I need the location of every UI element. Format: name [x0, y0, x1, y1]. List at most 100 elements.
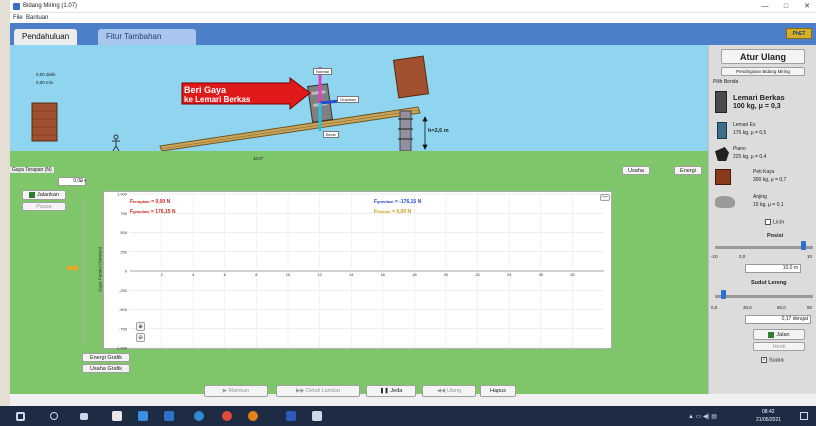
tab-introduction[interactable]: Pendahuluan: [14, 29, 78, 45]
firefox-browser-icon[interactable]: [248, 411, 258, 421]
angle-slider-track[interactable]: [715, 295, 813, 298]
tab-advanced[interactable]: Fitur Tambahan: [98, 29, 196, 45]
ramp-support-icon: [398, 110, 413, 151]
y-tick-label: -1.000: [116, 346, 128, 351]
object-refrigerator[interactable]: Lemari Es 175 kg, μ = 0,5: [713, 121, 813, 141]
angle-slider-thumb[interactable]: [721, 290, 726, 299]
chart-svg: 1.0007505002500-250-500-750-1.0002 4 6 8 10 1…: [116, 192, 604, 351]
position-tick: 0,0: [739, 254, 746, 259]
applied-force-label: Gaya Terapan (N): [10, 167, 54, 173]
system-tray-icons[interactable]: ▲ ▭ ◀) ▤: [688, 413, 717, 420]
object-name: Piano: [733, 146, 746, 152]
reset-ramp-button[interactable]: Pendinginan Bidang Miring: [721, 67, 805, 76]
store-icon[interactable]: [112, 411, 122, 421]
run-button[interactable]: Jalan: [753, 329, 805, 340]
run-icon: [768, 331, 775, 338]
object-filing-cabinet[interactable]: Lemari Berkas 100 kg, μ = 0,3: [713, 89, 813, 117]
x-tick-label: 18: [412, 272, 417, 277]
clear-button[interactable]: Hapus: [480, 385, 516, 397]
height-label: h=2,6 m: [428, 128, 449, 134]
x-tick-label: 16: [381, 272, 386, 277]
legend-friction: Ffriction = 0,00 N: [374, 209, 412, 215]
y-tick-label: -750: [119, 326, 128, 331]
object-detail: 15 kg, μ = 0,1: [753, 202, 784, 208]
x-tick-label: 4: [192, 272, 195, 277]
y-tick-label: 1.000: [117, 192, 128, 197]
object-dog[interactable]: Anjing 15 kg, μ = 0,1: [713, 192, 813, 212]
x-tick-label: 10: [286, 272, 291, 277]
ice-checkbox[interactable]: Licin: [765, 219, 784, 225]
energy-graph-button[interactable]: Energi Grafik: [82, 353, 130, 362]
angle-tick: 60,0: [777, 305, 786, 310]
object-name: Anjing: [753, 194, 767, 200]
y-tick-label: 250: [120, 249, 127, 254]
position-slider-track[interactable]: [715, 246, 813, 249]
mail-icon[interactable]: [164, 411, 174, 421]
search-icon[interactable]: [50, 412, 58, 420]
clock-time: 08:42: [762, 409, 775, 415]
minimize-icon[interactable]: —: [757, 1, 773, 12]
position-input[interactable]: 10,0 m: [745, 264, 801, 273]
force-slider-track[interactable]: [82, 198, 84, 348]
chart-minimize-button[interactable]: —: [600, 194, 610, 201]
position-tick: 10: [807, 254, 813, 259]
angle-readout: 10,0°: [253, 156, 264, 161]
menu-help[interactable]: Bantuan: [26, 15, 48, 21]
checkbox-box: [765, 219, 771, 225]
slow-motion-button[interactable]: ▶▶ Detail Lambat: [276, 385, 360, 397]
apply-force-button[interactable]: Jalankan: [22, 190, 66, 200]
app-window: Bidang Miring (1.07) — □ ✕ File Bantuan …: [10, 0, 816, 406]
object-piano[interactable]: Piano 225 kg, μ = 0,4: [713, 144, 813, 164]
y-tick-label: -500: [119, 307, 128, 312]
x-tick-label: 8: [255, 272, 258, 277]
x-tick-label: 12: [317, 272, 322, 277]
y-tick-label: 750: [120, 211, 127, 216]
force-pause-button[interactable]: Pause: [22, 202, 66, 211]
chrome-browser-icon[interactable]: [222, 411, 232, 421]
y-tick-label: 500: [120, 230, 127, 235]
angle-input[interactable]: 0,17 derajat: [745, 315, 811, 324]
close-icon[interactable]: ✕: [799, 1, 815, 12]
object-detail: 100 kg, μ = 0,3: [733, 103, 781, 110]
object-detail: 175 kg, μ = 0,5: [733, 130, 767, 136]
legend-applied: Fterapkan = 0,00 N: [130, 199, 171, 205]
reset-all-button[interactable]: Atur Ulang: [721, 49, 805, 64]
legend-gravity-right: Fgravitasi = -176,15 N: [374, 199, 422, 205]
filing-cabinet-icon: [715, 91, 727, 113]
edge-browser-icon[interactable]: [194, 411, 204, 421]
sound-checkbox[interactable]: ✓ Suara: [761, 357, 784, 363]
stop-button[interactable]: Henti: [753, 342, 805, 351]
notifications-icon[interactable]: [800, 412, 808, 420]
object-detail: 300 kg, μ = 0,7: [753, 177, 787, 183]
object-crate[interactable]: Peti Kayu 300 kg, μ = 0,7: [713, 167, 813, 189]
position-label: Posisi: [767, 233, 784, 239]
rewind-button[interactable]: ◀◀ Ulang: [422, 385, 476, 397]
force-chart: 1.000 750 500 250 0 -250 -500 -750 -1.000 2 4 6 8 10 1…: [103, 191, 612, 351]
vector-label-weight: Berat: [323, 131, 339, 138]
pause-button[interactable]: ❚❚ Jeda: [366, 385, 416, 397]
energy-view-button[interactable]: Energi: [674, 166, 702, 175]
photos-icon[interactable]: [138, 411, 148, 421]
word-icon[interactable]: [286, 411, 296, 421]
x-tick-label: 22: [475, 272, 480, 277]
windows-start-icon[interactable]: [16, 412, 25, 421]
position-tick: -10: [711, 254, 718, 259]
java-app-icon[interactable]: [312, 411, 322, 421]
maximize-icon[interactable]: □: [778, 1, 794, 12]
work-view-button[interactable]: Usaha: [622, 166, 650, 175]
work-graph-button[interactable]: Usaha Grafik: [82, 364, 130, 373]
force-input-spin[interactable]: ▲▼: [79, 178, 87, 183]
zoom-out-button[interactable]: ⊖: [136, 333, 145, 342]
refrigerator-icon: [717, 122, 727, 139]
y-tick-label: -250: [119, 288, 128, 293]
x-tick-label: 26: [539, 272, 544, 277]
task-view-icon[interactable]: [80, 413, 88, 420]
scene-drawing: [31, 55, 430, 151]
menu-file[interactable]: File: [13, 15, 23, 21]
angle-tick: 0,0: [711, 305, 718, 310]
zoom-in-button[interactable]: ⊕: [136, 322, 145, 331]
tab-bar: Pendahuluan Fitur Tambahan PhET: [10, 23, 816, 45]
position-slider-thumb[interactable]: [801, 241, 806, 250]
wall-left-icon: [31, 102, 58, 142]
play-button[interactable]: ▶ Mainkan: [204, 385, 268, 397]
